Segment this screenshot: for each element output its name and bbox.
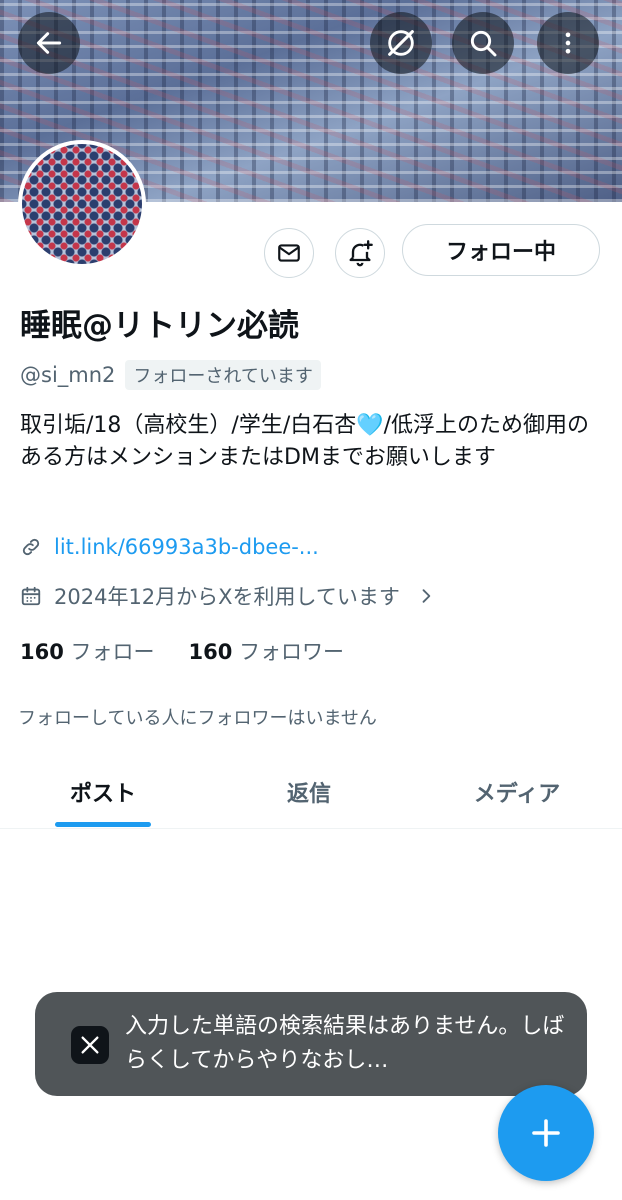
follows-you-badge: フォローされています: [125, 360, 321, 390]
notify-button[interactable]: [335, 228, 385, 278]
tab-media[interactable]: メディア: [444, 756, 590, 828]
plus-icon: [532, 1119, 560, 1147]
grok-icon: [388, 30, 414, 56]
message-button[interactable]: [264, 228, 314, 278]
bell-plus-icon: [349, 240, 373, 267]
active-tab-indicator: [55, 822, 151, 827]
search-icon: [470, 30, 497, 57]
following-label: フォロー: [70, 640, 155, 664]
tab-replies[interactable]: 返信: [236, 756, 382, 828]
display-name: 睡眠@リトリン必読: [20, 308, 299, 344]
handle-row: @si_mn2 フォローされています: [20, 360, 321, 390]
tab-posts[interactable]: ポスト: [30, 756, 176, 828]
followers-label: フォロワー: [239, 640, 345, 664]
x-logo-icon: [71, 1026, 109, 1064]
followers-count: 160: [188, 640, 233, 664]
calendar-icon: [21, 586, 41, 606]
grok-button[interactable]: [370, 12, 432, 74]
chevron-right-icon: [422, 589, 431, 603]
following-stat[interactable]: 160 フォロー: [20, 636, 155, 666]
compose-button[interactable]: [498, 1085, 594, 1181]
more-button[interactable]: [537, 12, 599, 74]
back-button[interactable]: [18, 12, 80, 74]
more-vertical-icon: [565, 32, 571, 54]
follow-stats: 160 フォロー 160 フォロワー: [20, 636, 344, 666]
bio: 取引垢/18（高校生）/学生/白石杏🩵/低浮上のため御用のある方はメンションまた…: [20, 413, 590, 470]
profile-link[interactable]: lit.link/66993a3b-dbee-...: [20, 535, 319, 559]
joined-row[interactable]: 2024年12月からXを利用しています: [20, 581, 436, 611]
following-count: 160: [20, 640, 64, 664]
mail-icon: [278, 244, 300, 262]
toast: 入力した単語の検索結果はありません。しばらくしてからやりなおし…: [35, 992, 587, 1096]
profile-link-text[interactable]: lit.link/66993a3b-dbee-...: [54, 535, 319, 559]
link-icon: [22, 538, 40, 556]
arrow-left-icon: [36, 32, 62, 54]
search-button[interactable]: [452, 12, 514, 74]
followers-stat[interactable]: 160 フォロワー: [189, 636, 345, 666]
handle: @si_mn2: [20, 363, 116, 387]
mutual-followers-text: フォローしている人にフォロワーはいません: [18, 708, 377, 729]
toast-message: 入力した単語の検索結果はありません。しばらくしてからやりなおし…: [125, 1014, 565, 1073]
following-button[interactable]: フォロー中: [402, 224, 600, 276]
avatar[interactable]: [18, 140, 146, 268]
joined-date: 2024年12月からXを利用しています: [54, 585, 400, 609]
profile-tabs: ポスト 返信 メディア: [0, 756, 622, 829]
